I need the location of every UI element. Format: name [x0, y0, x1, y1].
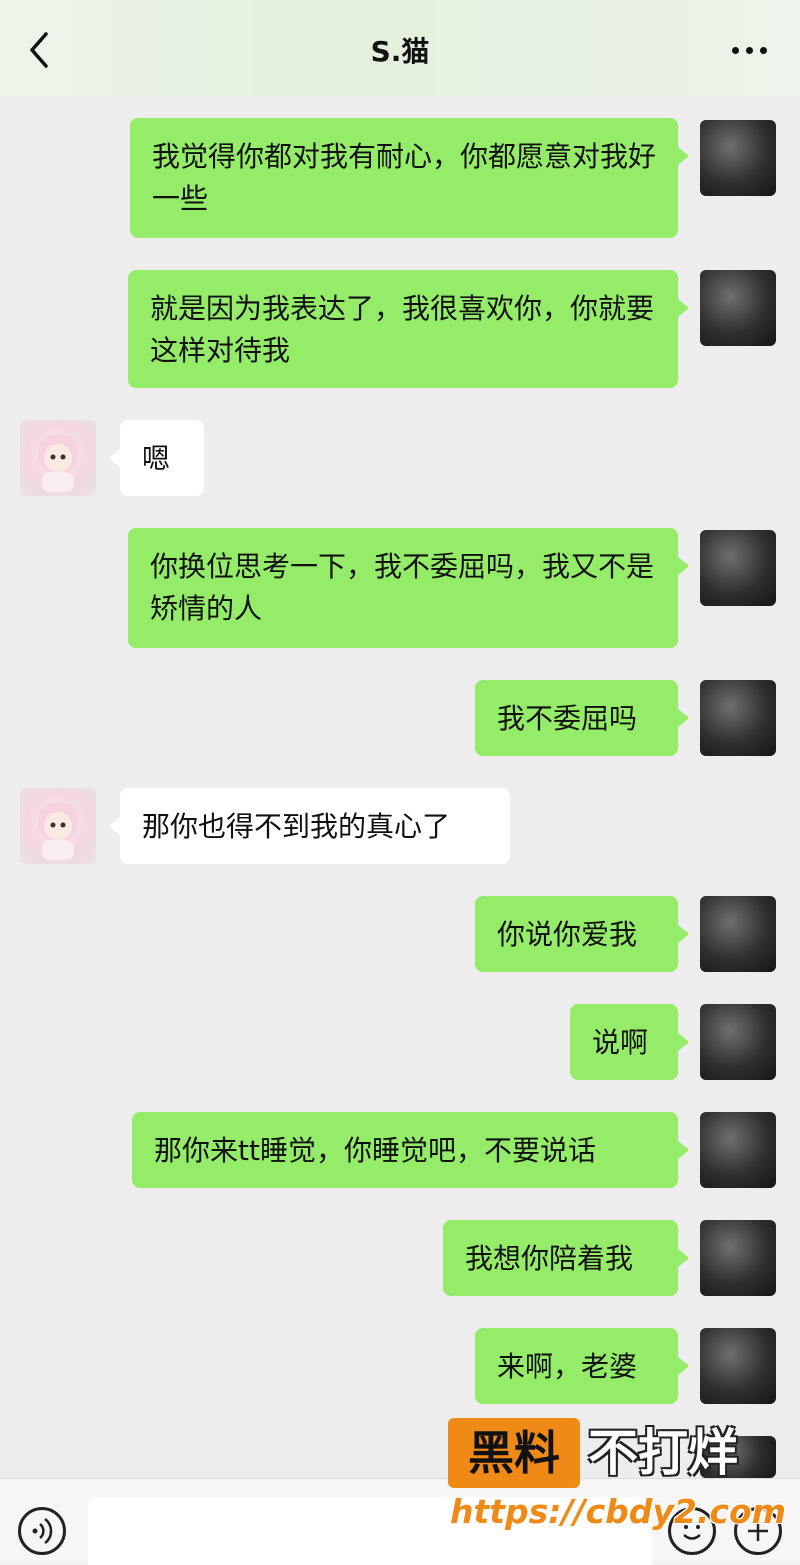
message-text: 那你也得不到我的真心了	[142, 810, 451, 843]
avatar[interactable]	[20, 788, 96, 864]
message-text: 就是因为我表达了，我很喜欢你，你就要这样对待我	[150, 292, 655, 367]
doll-avatar-icon	[38, 434, 78, 492]
message-bubble[interactable]: 嗯	[109, 420, 204, 496]
message-row: 就是因为我表达了，我很喜欢你，你就要这样对待我	[0, 270, 800, 390]
chat-title: S.猫	[370, 35, 430, 68]
watermark-badge: 黑料	[448, 1418, 580, 1488]
avatar[interactable]	[700, 120, 776, 196]
message-row: 那你也得不到我的真心了	[0, 788, 800, 868]
avatar[interactable]	[700, 896, 776, 972]
avatar[interactable]	[700, 270, 776, 346]
message-text: 嗯	[142, 442, 171, 475]
watermark-url: https://cbdy2.com	[450, 1492, 787, 1531]
avatar[interactable]	[20, 420, 96, 496]
message-bubble[interactable]: 你说你爱我	[475, 896, 689, 972]
watermark-text: 不打烊	[588, 1424, 738, 1482]
watermark: 黑料 不打烊 https://cbdy2.com	[448, 1414, 786, 1544]
avatar[interactable]	[700, 1004, 776, 1080]
message-bubble[interactable]: 我觉得你都对我有耐心，你都愿意对我好一些	[130, 118, 689, 238]
message-row: 你说你爱我	[0, 896, 800, 974]
message-text: 我想你陪着我	[465, 1242, 634, 1275]
message-bubble[interactable]: 就是因为我表达了，我很喜欢你，你就要这样对待我	[128, 270, 689, 388]
message-text: 我觉得你都对我有耐心，你都愿意对我好一些	[152, 140, 657, 215]
message-row: 我觉得你都对我有耐心，你都愿意对我好一些	[0, 118, 800, 238]
message-text: 那你来tt睡觉，你睡觉吧，不要说话	[154, 1134, 596, 1167]
avatar[interactable]	[700, 1220, 776, 1296]
message-text: 说啊	[592, 1026, 649, 1059]
message-bubble[interactable]: 你换位思考一下，我不委屈吗，我又不是矫情的人	[128, 528, 689, 648]
message-row: 我想你陪着我	[0, 1220, 800, 1298]
more-dots-icon	[732, 47, 739, 54]
message-bubble[interactable]: 说啊	[570, 1004, 689, 1080]
chat-header: S.猫	[0, 0, 800, 96]
message-row: 来啊，老婆	[0, 1328, 800, 1406]
message-row: 嗯	[0, 420, 800, 500]
voice-button[interactable]	[18, 1507, 66, 1555]
message-text: 来啊，老婆	[497, 1350, 638, 1383]
message-row: 说啊	[0, 1004, 800, 1082]
message-row: 你换位思考一下，我不委屈吗，我又不是矫情的人	[0, 528, 800, 648]
message-bubble[interactable]: 那你来tt睡觉，你睡觉吧，不要说话	[132, 1112, 689, 1188]
voice-icon	[32, 1518, 53, 1544]
more-button[interactable]	[730, 38, 770, 62]
avatar[interactable]	[700, 530, 776, 606]
message-bubble[interactable]: 来啊，老婆	[475, 1328, 689, 1404]
message-text: 你说你爱我	[497, 918, 638, 951]
message-bubble[interactable]: 我想你陪着我	[443, 1220, 689, 1296]
message-row: 我不委屈吗	[0, 680, 800, 758]
message-text: 你换位思考一下，我不委屈吗，我又不是矫情的人	[150, 550, 655, 625]
avatar[interactable]	[700, 1112, 776, 1188]
message-bubble[interactable]: 我不委屈吗	[475, 680, 689, 756]
doll-avatar-icon	[38, 802, 78, 860]
avatar[interactable]	[700, 680, 776, 756]
message-text: 我不委屈吗	[497, 702, 638, 735]
message-row: 那你来tt睡觉，你睡觉吧，不要说话	[0, 1112, 800, 1190]
avatar[interactable]	[700, 1328, 776, 1404]
message-bubble[interactable]: 那你也得不到我的真心了	[109, 788, 510, 864]
